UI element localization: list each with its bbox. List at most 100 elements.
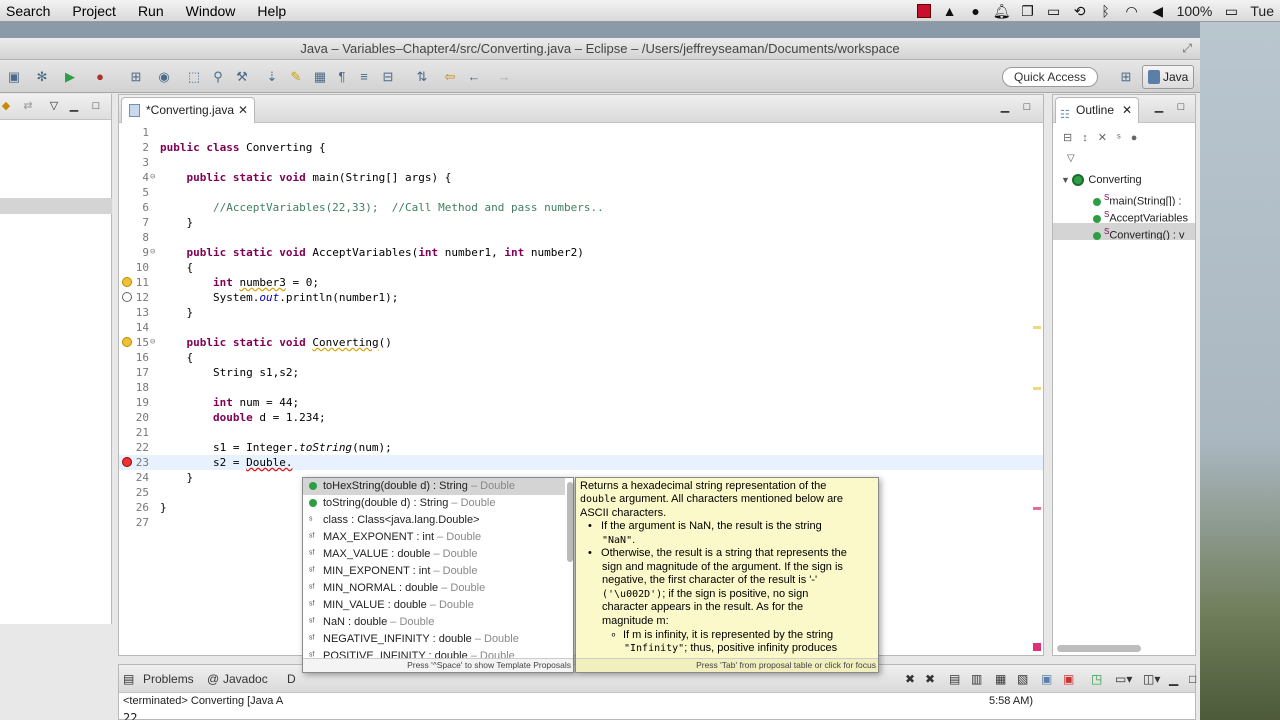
- drive-icon[interactable]: ▲: [937, 0, 963, 22]
- wifi-icon[interactable]: ◠: [1119, 0, 1145, 22]
- outline-minimize-icon[interactable]: ▁: [1153, 101, 1165, 113]
- remove-all-launches-icon[interactable]: ✖: [925, 665, 935, 693]
- refactor-icon[interactable]: ⚒: [234, 69, 250, 85]
- outline-item-class[interactable]: ▼ Converting: [1053, 172, 1195, 189]
- outline-item-main[interactable]: Smain(String[]) :: [1053, 189, 1195, 206]
- tab-converting-java[interactable]: *Converting.java ✕: [121, 97, 255, 123]
- close-tab-icon[interactable]: ✕: [238, 98, 248, 122]
- remove-launch-icon[interactable]: ✖: [905, 665, 915, 693]
- forward-icon[interactable]: →: [496, 69, 512, 85]
- outline-menu-icon[interactable]: ▽: [1067, 153, 1075, 164]
- quick-access-field[interactable]: Quick Access: [1002, 67, 1098, 87]
- overview-error-summary[interactable]: [1033, 643, 1041, 651]
- menu-run[interactable]: Run: [127, 0, 175, 22]
- menu-window[interactable]: Window: [175, 0, 247, 22]
- proposal-item[interactable]: ˢᶠ NEGATIVE_INFINITY : double – Double: [303, 631, 565, 648]
- menu-search[interactable]: Search: [0, 0, 61, 22]
- annotation-nav-icon[interactable]: ⇅: [414, 69, 430, 85]
- proposal-scrollbar[interactable]: [567, 482, 573, 562]
- tab-problems[interactable]: Problems: [143, 665, 194, 693]
- word-wrap-icon[interactable]: ▧: [1017, 665, 1028, 693]
- proposal-item[interactable]: toString(double d) : String – Double: [303, 495, 565, 512]
- run-icon[interactable]: ▶: [62, 69, 78, 85]
- overview-warning-mark[interactable]: [1033, 387, 1041, 390]
- proposal-item[interactable]: ˢᶠ NaN : double – Double: [303, 614, 565, 631]
- proposal-item[interactable]: ˢᶠ MIN_EXPONENT : int – Double: [303, 563, 565, 580]
- open-type-icon[interactable]: ⬚: [186, 69, 202, 85]
- javadoc-hover[interactable]: Returns a hexadecimal string representat…: [575, 477, 879, 673]
- new-console-icon[interactable]: ◫▾: [1143, 665, 1160, 693]
- show-stdout-icon[interactable]: ▣: [1041, 665, 1052, 693]
- outline-item-acceptvariables[interactable]: SAcceptVariables: [1053, 206, 1195, 223]
- bluetooth-icon[interactable]: ᛒ: [1093, 0, 1119, 22]
- proposal-item[interactable]: ˢᶠ MIN_VALUE : double – Double: [303, 597, 565, 614]
- new-package-icon[interactable]: ◉: [156, 69, 172, 85]
- close-outline-icon[interactable]: ✕: [1122, 98, 1132, 122]
- proposal-item[interactable]: ˢᶠ MIN_NORMAL : double – Double: [303, 580, 565, 597]
- proposal-item[interactable]: ˢᶠ MAX_VALUE : double – Double: [303, 546, 565, 563]
- time-machine-icon[interactable]: ⟲: [1067, 0, 1093, 22]
- tab-declaration[interactable]: D: [287, 665, 296, 693]
- fold-icon[interactable]: ⊖: [150, 245, 158, 260]
- hide-static-icon[interactable]: ˢ: [1117, 132, 1131, 144]
- java-perspective-button[interactable]: Java: [1142, 65, 1194, 89]
- mark-occurrences-icon[interactable]: ✎: [288, 69, 304, 85]
- windows-icon[interactable]: ❐: [1015, 0, 1041, 22]
- show-whitespace-icon[interactable]: ¶: [334, 69, 350, 85]
- external-tools-icon[interactable]: ●: [92, 69, 108, 85]
- minimize-icon[interactable]: ▁: [68, 100, 80, 112]
- battery-icon[interactable]: ▭: [1218, 0, 1244, 22]
- console-minimize-icon[interactable]: ▁: [1169, 665, 1178, 693]
- menu-help[interactable]: Help: [246, 0, 297, 22]
- outline-horizontal-scrollbar[interactable]: [1057, 645, 1141, 652]
- hide-fields-icon[interactable]: ✕: [1098, 132, 1117, 144]
- proposal-item[interactable]: ˢᶠ MAX_EXPONENT : int – Double: [303, 529, 565, 546]
- debug-icon[interactable]: ✻: [34, 69, 50, 85]
- next-annotation-icon[interactable]: ⇣: [264, 69, 280, 85]
- menu-project[interactable]: Project: [61, 0, 127, 22]
- pin-editor-icon[interactable]: ⊟: [380, 69, 396, 85]
- show-stderr-icon[interactable]: ▣: [1063, 665, 1074, 693]
- sort-icon[interactable]: ↕: [1082, 132, 1098, 144]
- fold-icon[interactable]: ⊖: [150, 335, 158, 350]
- save-icon[interactable]: ▣: [6, 69, 22, 85]
- open-console-icon[interactable]: ◳: [1091, 665, 1102, 693]
- selected-tree-item[interactable]: [0, 198, 112, 214]
- record-icon[interactable]: [911, 0, 937, 22]
- back-history-icon[interactable]: ←: [466, 69, 482, 85]
- notification-icon[interactable]: 🔔︎: [989, 0, 1015, 22]
- hide-nonpublic-icon[interactable]: ●: [1131, 132, 1148, 144]
- toggle-breadcrumb-icon[interactable]: ≡: [356, 69, 372, 85]
- clear-console-icon[interactable]: ▥: [971, 665, 982, 693]
- volume-icon[interactable]: ◀: [1145, 0, 1171, 22]
- fullscreen-icon[interactable]: ⤢: [1182, 41, 1192, 56]
- new-java-project-icon[interactable]: ⊞: [128, 69, 144, 85]
- overview-warning-mark[interactable]: [1033, 326, 1041, 329]
- battery-percent[interactable]: 100%: [1171, 0, 1219, 22]
- pin-console-icon[interactable]: ▦: [995, 665, 1006, 693]
- screen-icon[interactable]: ▭: [1041, 0, 1067, 22]
- search-toolbar-icon[interactable]: ⚲: [210, 69, 226, 85]
- block-selection-icon[interactable]: ▦: [312, 69, 328, 85]
- clock-day[interactable]: Tue: [1244, 0, 1280, 22]
- console-maximize-icon[interactable]: □: [1189, 665, 1196, 693]
- tab-outline[interactable]: ☷ Outline ✕: [1055, 97, 1139, 123]
- overview-error-mark[interactable]: [1033, 507, 1041, 510]
- scroll-lock-icon[interactable]: ▤: [949, 665, 960, 693]
- outline-item-converting[interactable]: SConverting() : v: [1053, 223, 1195, 240]
- back-icon[interactable]: ⇦: [442, 69, 458, 85]
- fold-icon[interactable]: ⊖: [150, 170, 158, 185]
- tab-javadoc[interactable]: Javadoc: [223, 665, 268, 693]
- editor-minimize-icon[interactable]: ▁: [999, 101, 1011, 113]
- editor-maximize-icon[interactable]: □: [1021, 101, 1033, 113]
- view-menu-icon[interactable]: ▽: [48, 100, 60, 112]
- proposal-item[interactable]: toHexString(double d) : String – Double: [303, 478, 565, 495]
- collapse-all-icon[interactable]: ⊟: [1063, 132, 1082, 144]
- evernote-icon[interactable]: ●: [963, 0, 989, 22]
- link-editor-icon[interactable]: ⇄: [22, 100, 34, 112]
- outline-maximize-icon[interactable]: □: [1175, 101, 1187, 113]
- maximize-icon[interactable]: □: [90, 100, 102, 112]
- proposal-item[interactable]: ˢ class : Class<java.lang.Double>: [303, 512, 565, 529]
- open-perspective-icon[interactable]: ⊞: [1118, 69, 1134, 85]
- display-console-icon[interactable]: ▭▾: [1115, 665, 1132, 693]
